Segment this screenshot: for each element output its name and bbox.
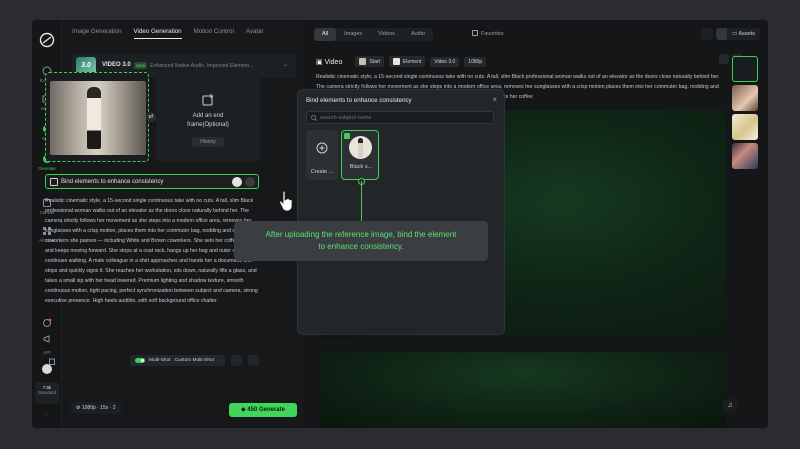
bind-icon xyxy=(50,178,58,186)
plan-label: Standard xyxy=(37,390,57,395)
edit-icon[interactable] xyxy=(719,54,729,64)
tab-motion-control[interactable]: Motion Control xyxy=(194,28,234,39)
filter-all[interactable]: All xyxy=(314,28,337,41)
create-element-icon xyxy=(316,142,328,154)
chip-model: Video 3.0 xyxy=(430,56,460,67)
generate-button[interactable]: ◆ 450 Generate xyxy=(229,403,297,417)
multishot-toggle[interactable] xyxy=(135,358,145,363)
element-label: Black s... xyxy=(349,164,373,170)
create-label: Create ... xyxy=(310,169,334,175)
frame-inputs: ⇄ Add an end frame(Optional) History xyxy=(45,72,260,162)
history-thumb[interactable] xyxy=(732,85,758,111)
video-header: ▣ Video Start Element Video 3.0 1080p xyxy=(316,56,487,67)
favorites-checkbox[interactable]: Favorites xyxy=(472,30,504,37)
bound-element-avatar[interactable] xyxy=(232,177,242,187)
media-filter: All Images Videos Audio xyxy=(314,28,433,41)
create-element-button[interactable]: Create ... xyxy=(306,130,338,180)
history-thumbnails xyxy=(732,56,760,172)
search-input[interactable] xyxy=(320,112,490,123)
grid-view-icon[interactable] xyxy=(701,28,713,40)
filter-videos[interactable]: Videos xyxy=(370,28,403,41)
end-frame-dropzone[interactable]: Add an end frame(Optional) History xyxy=(156,72,260,162)
tab-image-generation[interactable]: Image Generation xyxy=(72,28,122,39)
settings-value: 1080p · 15s · 2 xyxy=(81,405,116,411)
history-thumb-loading[interactable] xyxy=(732,56,758,82)
element-card[interactable]: Black s... xyxy=(341,130,379,180)
selected-check-icon xyxy=(344,133,350,139)
tooltip-line-1: After uploading the reference image, bin… xyxy=(265,230,457,239)
video-title-text: Video xyxy=(324,58,343,66)
headset-icon[interactable]: ♫ xyxy=(722,398,738,414)
hand-cursor-icon xyxy=(279,190,293,212)
video-icon: ▣ xyxy=(316,58,325,66)
prompt-toolbar: Multi-Shot Custom Multi-Shot › xyxy=(45,355,259,367)
app-logo-icon[interactable] xyxy=(39,32,55,48)
modal-title: Bind elements to enhance consistency xyxy=(306,97,412,104)
search-box[interactable] xyxy=(306,111,494,124)
onboarding-tooltip: After uploading the reference image, bin… xyxy=(234,221,488,261)
custom-multishot-label[interactable]: Custom Multi-Shot xyxy=(175,358,214,363)
bind-elements-modal: Bind elements to enhance consistency × C… xyxy=(298,90,504,334)
more-icon[interactable]: ··· xyxy=(32,412,62,417)
element-image xyxy=(349,136,372,159)
chip-element: Element xyxy=(388,56,426,67)
start-frame-subject xyxy=(87,87,101,149)
checkbox-icon xyxy=(472,30,478,36)
notification-icon[interactable] xyxy=(42,318,52,328)
favorites-label: Favorites xyxy=(481,31,504,37)
history-button[interactable]: History xyxy=(192,137,224,147)
end-frame-label: Add an end xyxy=(192,113,224,119)
video-title: ▣ Video xyxy=(316,58,342,66)
element-settings-icon[interactable] xyxy=(245,177,255,187)
filter-images[interactable]: Images xyxy=(336,28,370,41)
generate-label: Generate xyxy=(258,407,285,413)
close-icon[interactable]: × xyxy=(492,95,497,104)
credits-box[interactable]: 7.5k Standard xyxy=(35,382,59,404)
view-toggle xyxy=(701,28,728,40)
new-badge: NEW xyxy=(134,61,148,69)
image-tool-icon[interactable] xyxy=(214,355,225,366)
generation-tabs: Image Generation Video Generation Motion… xyxy=(72,28,264,39)
mic-icon[interactable] xyxy=(231,355,242,366)
tab-avatar[interactable]: Avatar xyxy=(246,28,264,39)
nav-label: Generate xyxy=(38,166,56,171)
model-name: VIDEO 3.0 xyxy=(102,62,131,68)
start-frame[interactable] xyxy=(45,72,149,162)
chip-label: Start xyxy=(369,58,380,65)
chip-label: Element xyxy=(402,58,422,65)
filter-audio[interactable]: Audio xyxy=(403,28,433,41)
assets-label: Assets xyxy=(738,31,755,37)
generation-settings[interactable]: ⚙ 1080p · 15s · 2 xyxy=(70,402,122,414)
magic-icon[interactable] xyxy=(248,355,259,366)
search-icon xyxy=(311,115,317,121)
add-image-icon xyxy=(202,94,213,106)
swap-icon[interactable]: ⇄ xyxy=(146,112,156,122)
start-thumb xyxy=(359,58,367,65)
connector-line xyxy=(361,181,362,221)
multishot-control[interactable]: Multi-Shot Custom Multi-Shot › xyxy=(130,355,225,366)
element-thumb xyxy=(392,58,400,65)
bind-label: Bind elements to enhance consistency xyxy=(61,178,164,185)
end-frame-label-optional: frame(Optional) xyxy=(187,122,229,128)
history-thumb[interactable] xyxy=(732,114,758,140)
history-thumb[interactable] xyxy=(732,143,758,169)
multishot-label: Multi-Shot xyxy=(149,358,171,363)
chip-start: Start xyxy=(355,56,384,67)
video-preview-second[interactable] xyxy=(320,352,726,428)
tab-video-generation[interactable]: Video Generation xyxy=(133,28,182,39)
chip-resolution: 1080p xyxy=(464,56,487,67)
trash-icon[interactable] xyxy=(48,357,56,365)
generate-cost: 450 xyxy=(247,407,258,413)
tooltip-line-2: to enhance consistency. xyxy=(318,242,404,251)
chevron-down-icon: ⌄ xyxy=(282,62,288,68)
assets-button[interactable]: ▭ Assets xyxy=(727,28,760,40)
bind-elements-bar[interactable]: Bind elements to enhance consistency xyxy=(45,174,259,189)
model-description: Enhanced Native Audio, Improved Element.… xyxy=(150,62,254,69)
prompt-text[interactable]: Realistic cinematic style, a 15-second s… xyxy=(45,196,259,306)
announcement-icon[interactable] xyxy=(42,334,52,344)
